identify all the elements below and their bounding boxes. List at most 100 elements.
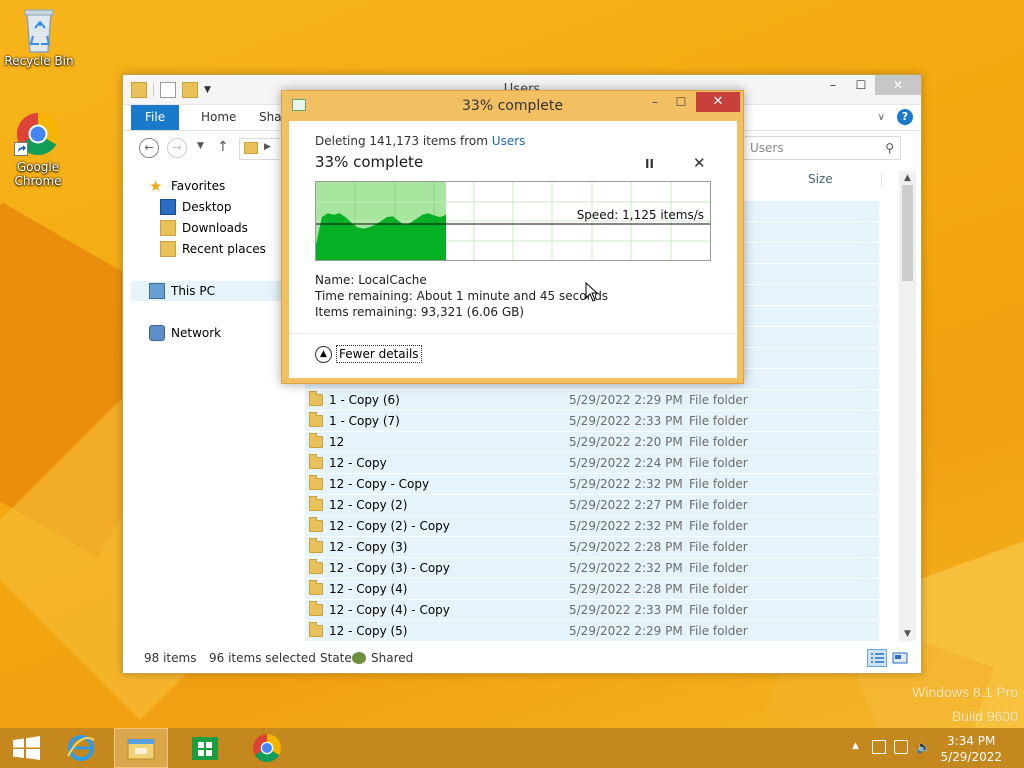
time-remaining-value: About 1 minute and 45 seconds	[416, 289, 609, 303]
column-header-size[interactable]: Size	[808, 172, 833, 186]
nav-item-desktop[interactable]: Desktop	[160, 197, 232, 217]
windows-logo-icon	[13, 736, 40, 760]
forward-button[interactable]: →	[167, 138, 187, 158]
folder-icon	[309, 496, 323, 511]
cancel-button[interactable]: ✕	[693, 154, 706, 172]
speed-label: Speed: 1,125 items/s	[576, 208, 704, 222]
details-view-button[interactable]	[867, 649, 887, 667]
speed-graph: Speed: 1,125 items/s	[315, 181, 711, 261]
ribbon-right: ∨ ?	[878, 109, 913, 125]
action-center-flag-icon[interactable]	[872, 740, 886, 754]
recycle-bin-icon	[17, 6, 61, 53]
folder-icon	[309, 517, 323, 532]
nav-item-this-pc[interactable]: This PC	[131, 281, 283, 301]
items-remaining-row: Items remaining: 93,321 (6.06 GB)	[315, 305, 524, 319]
up-button[interactable]: ↑	[217, 139, 229, 155]
date-modified: 5/29/2022 2:28 PM	[569, 540, 683, 554]
dialog-minimize-button[interactable]: –	[642, 93, 668, 113]
table-row[interactable]: 12 - Copy (3) 5/29/2022 2:28 PM File folde…	[305, 537, 879, 558]
column-divider[interactable]	[881, 171, 882, 189]
date-modified: 5/29/2022 2:32 PM	[569, 561, 683, 575]
table-row[interactable]: 12 - Copy (4) - Copy 5/29/2022 2:33 PM Fil…	[305, 600, 879, 621]
shared-users-icon	[352, 652, 366, 664]
folder-icon	[309, 622, 323, 637]
vertical-scrollbar[interactable]: ▲ ▼	[899, 171, 916, 641]
desktop-icon-recycle-bin[interactable]: Recycle Bin	[1, 6, 77, 68]
file-name: 12 - Copy - Copy	[329, 477, 430, 491]
time-remaining-row: Time remaining: About 1 minute and 45 se…	[315, 289, 608, 303]
folder-icon	[309, 391, 323, 406]
maximize-button[interactable]: ☐	[847, 75, 875, 95]
table-row[interactable]: 12 - Copy (4) 5/29/2022 2:28 PM File folde…	[305, 579, 879, 600]
selected-count: 96 items selected	[209, 651, 316, 665]
help-button[interactable]: ?	[897, 109, 913, 125]
table-row[interactable]: 12 - Copy (5) 5/29/2022 2:29 PM File folde…	[305, 621, 879, 642]
nav-item-favorites[interactable]: ★ Favorites	[149, 176, 225, 196]
search-icon[interactable]: ⚲	[885, 141, 894, 155]
address-bar[interactable]: ▶	[239, 138, 279, 160]
file-explorer-icon	[127, 738, 155, 760]
minimize-button[interactable]: –	[819, 75, 847, 95]
pause-button[interactable]: II	[645, 157, 654, 171]
file-type: File folder	[689, 393, 748, 407]
system-tray: ▲ 🔈 3:34 PM 5/29/2022	[844, 728, 1024, 768]
recent-locations-icon[interactable]: ▼	[197, 141, 204, 151]
search-input[interactable]: Users ⚲	[741, 136, 901, 160]
nav-label: Downloads	[182, 221, 248, 235]
folder-icon	[309, 559, 323, 574]
status-bar: 98 items 96 items selected State: Shared	[123, 645, 921, 673]
table-row[interactable]: 12 - Copy (3) - Copy 5/29/2022 2:32 PM Fil…	[305, 558, 879, 579]
nav-item-downloads[interactable]: Downloads	[160, 218, 248, 238]
expand-ribbon-icon[interactable]: ∨	[878, 112, 885, 123]
table-row[interactable]: 12 - Copy 5/29/2022 2:24 PM File folder	[305, 453, 879, 474]
close-button[interactable]: ✕	[875, 75, 921, 95]
network-status-icon[interactable]	[894, 740, 908, 754]
table-row[interactable]: 12 - Copy (2) - Copy 5/29/2022 2:32 PM Fil…	[305, 516, 879, 537]
tab-home[interactable]: Home	[187, 105, 250, 130]
nav-label: Desktop	[182, 200, 232, 214]
source-folder-link[interactable]: Users	[492, 134, 526, 148]
chevron-right-icon[interactable]: ▶	[264, 142, 271, 152]
dialog-close-button[interactable]: ✕	[696, 92, 740, 112]
internet-explorer-icon	[67, 735, 95, 761]
nav-item-network[interactable]: Network	[149, 323, 221, 343]
table-row[interactable]: 12 - Copy (2) 5/29/2022 2:27 PM File folde…	[305, 495, 879, 516]
scroll-down-icon[interactable]: ▼	[899, 627, 916, 641]
taskbar-internet-explorer[interactable]	[54, 728, 108, 768]
folder-icon	[309, 433, 323, 448]
start-button[interactable]	[0, 728, 54, 768]
file-type: File folder	[689, 561, 748, 575]
table-row[interactable]: 12 5/29/2022 2:20 PM File folder	[305, 432, 879, 453]
clock[interactable]: 3:34 PM 5/29/2022	[940, 733, 1002, 765]
back-button[interactable]: ←	[139, 138, 159, 158]
volume-muted-icon[interactable]: 🔈	[916, 740, 931, 754]
navigation-pane: ★ Favorites Desktop Downloads Recent pla…	[123, 171, 283, 641]
folder-icon	[309, 580, 323, 595]
tab-file[interactable]: File	[131, 105, 180, 130]
operation-text: Deleting 141,173 items from	[315, 134, 492, 148]
name-value: LocalCache	[358, 273, 427, 287]
table-row[interactable]: 1 - Copy (6) 5/29/2022 2:29 PM File folder	[305, 390, 879, 411]
large-icons-view-button[interactable]	[890, 649, 910, 667]
scrollbar-thumb[interactable]	[902, 185, 913, 281]
operation-description: Deleting 141,173 items from Users	[315, 134, 525, 148]
show-hidden-icons-button[interactable]: ▲	[852, 741, 859, 751]
chrome-icon	[253, 734, 281, 762]
folder-icon	[309, 601, 323, 616]
taskbar-chrome[interactable]	[240, 728, 294, 768]
table-row[interactable]: 1 - Copy (7) 5/29/2022 2:33 PM File folder	[305, 411, 879, 432]
nav-item-recent-places[interactable]: Recent places	[160, 239, 266, 259]
dialog-maximize-button[interactable]: ☐	[668, 93, 694, 113]
clock-time: 3:34 PM	[947, 734, 996, 748]
file-name: 12 - Copy (3) - Copy	[329, 561, 450, 575]
search-placeholder: Users	[750, 141, 784, 155]
scroll-up-icon[interactable]: ▲	[899, 171, 916, 185]
date-modified: 5/29/2022 2:29 PM	[569, 624, 683, 638]
file-type: File folder	[689, 435, 748, 449]
taskbar-store[interactable]	[178, 728, 232, 768]
delete-progress-dialog: 33% complete – ☐ ✕ Deleting 141,173 item…	[281, 90, 744, 384]
fewer-details-button[interactable]: ▲ Fewer details	[315, 344, 422, 364]
taskbar-file-explorer[interactable]	[114, 728, 168, 768]
desktop-icon-chrome[interactable]: Google Chrome	[0, 112, 76, 188]
table-row[interactable]: 12 - Copy - Copy 5/29/2022 2:32 PM File fo…	[305, 474, 879, 495]
